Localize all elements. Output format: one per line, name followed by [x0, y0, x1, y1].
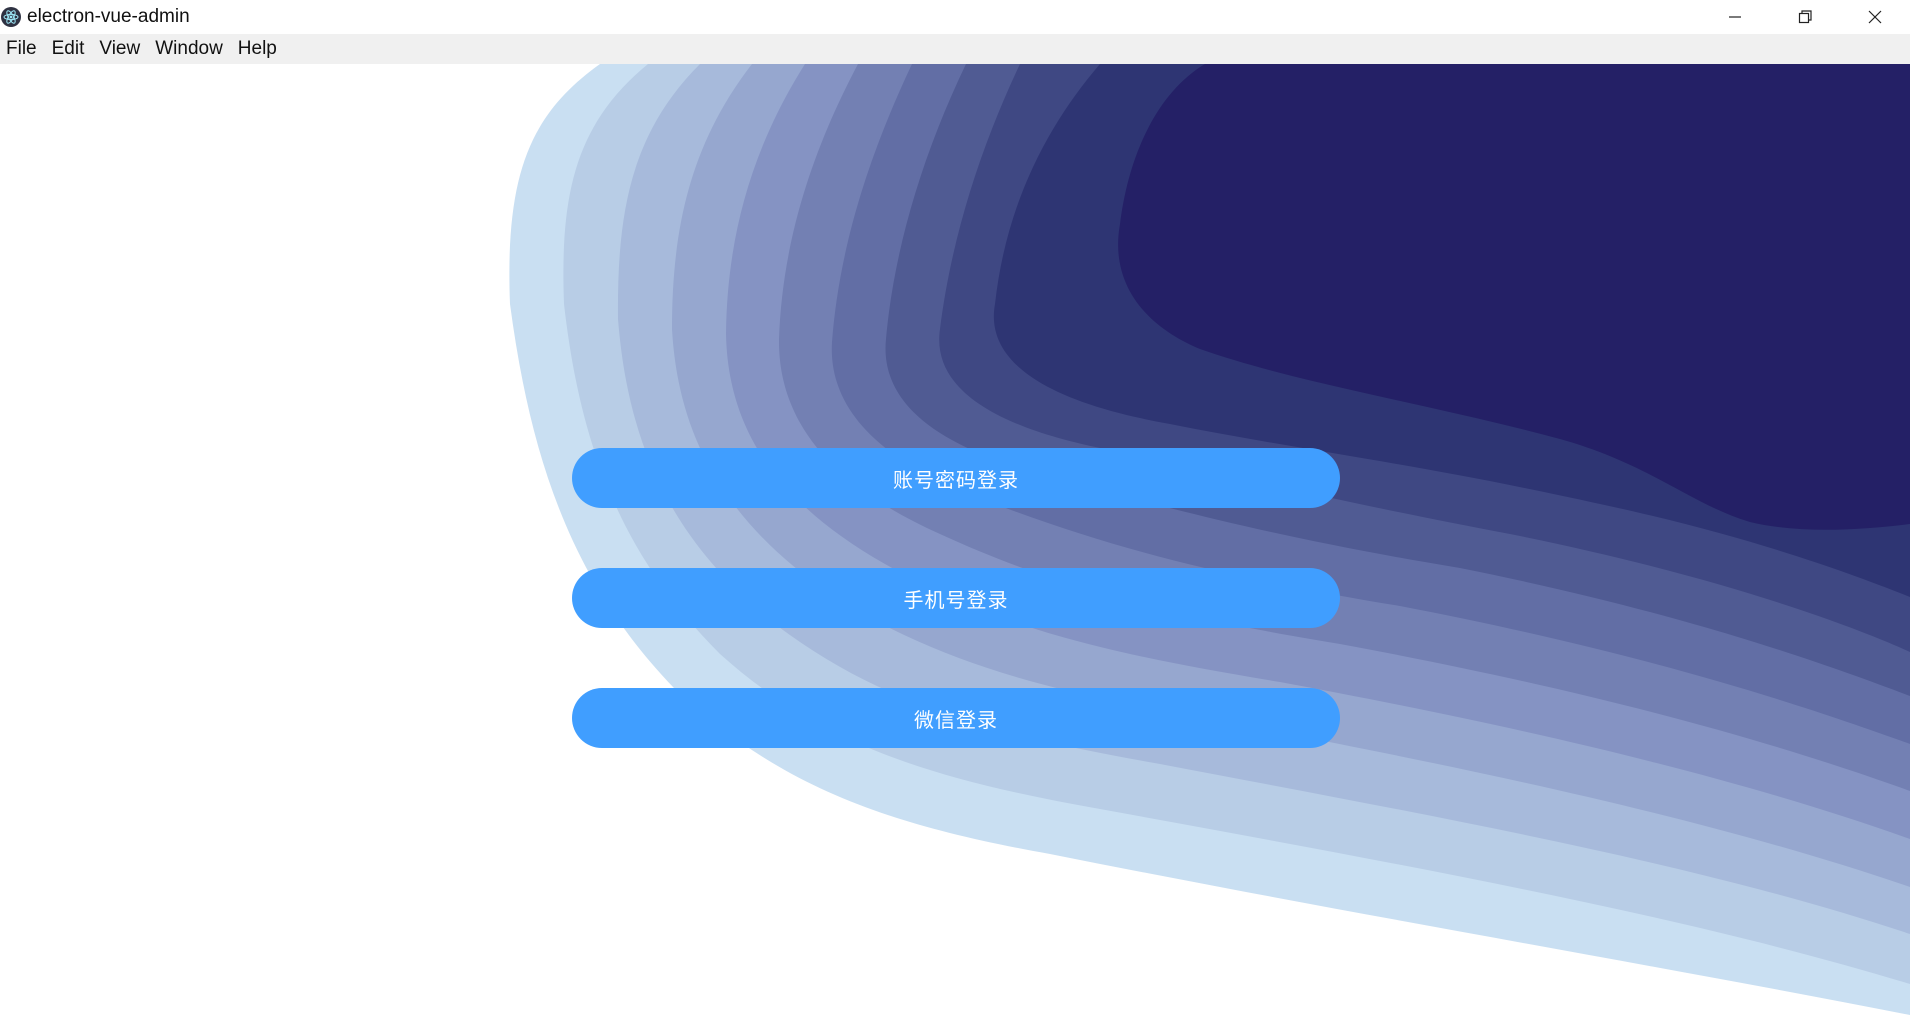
wechat-login-button[interactable]: 微信登录	[572, 688, 1340, 748]
phone-login-button[interactable]: 手机号登录	[572, 568, 1340, 628]
window-controls	[1700, 0, 1910, 34]
menu-edit[interactable]: Edit	[46, 34, 94, 64]
wave-background	[509, 64, 1910, 1015]
menu-help[interactable]: Help	[232, 34, 286, 64]
menu-bar: File Edit View Window Help	[0, 34, 1910, 64]
menu-view[interactable]: View	[93, 34, 149, 64]
app-window: electron-vue-admin File Edit View Window…	[0, 0, 1910, 1015]
login-page: 账号密码登录 手机号登录 微信登录	[0, 64, 1910, 1015]
menu-file[interactable]: File	[0, 34, 46, 64]
minimize-icon	[1729, 16, 1741, 18]
account-password-login-button[interactable]: 账号密码登录	[572, 448, 1340, 508]
restore-button[interactable]	[1770, 0, 1840, 34]
restore-icon	[1798, 10, 1812, 24]
window-title: electron-vue-admin	[27, 6, 190, 27]
minimize-button[interactable]	[1700, 0, 1770, 34]
electron-icon	[0, 6, 22, 28]
close-icon	[1868, 10, 1882, 24]
title-bar[interactable]: electron-vue-admin	[0, 0, 1910, 34]
close-button[interactable]	[1840, 0, 1910, 34]
menu-window[interactable]: Window	[149, 34, 232, 64]
